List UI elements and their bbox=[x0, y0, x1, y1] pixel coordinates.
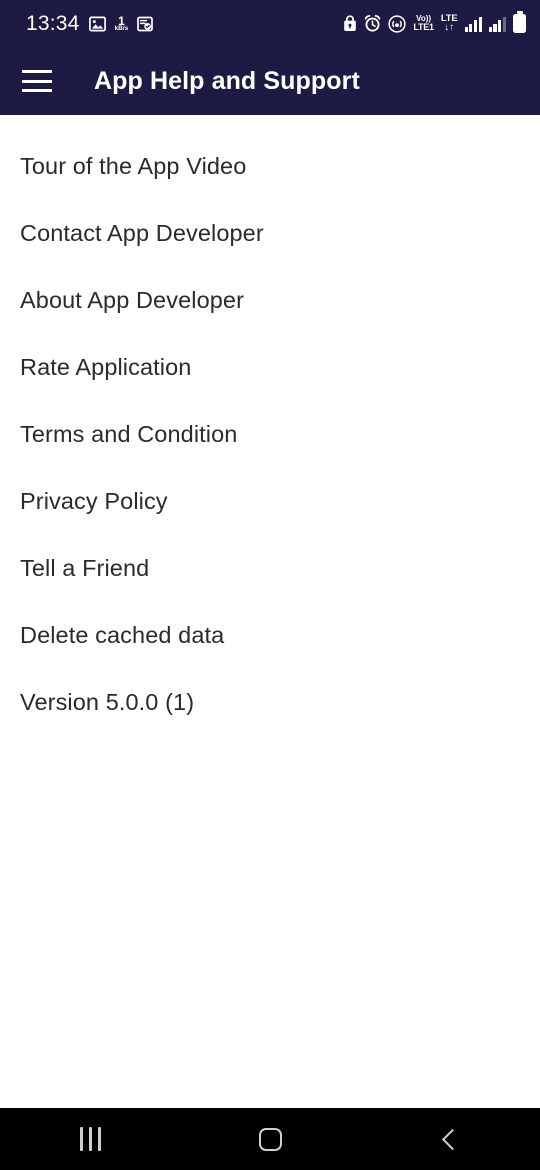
network-speed-indicator: 1 kB/s bbox=[114, 13, 129, 32]
signal-bars-sim1 bbox=[464, 16, 482, 32]
list-item-label: Privacy Policy bbox=[20, 488, 168, 514]
list-item-label: Delete cached data bbox=[20, 622, 225, 648]
list-item-label: About App Developer bbox=[20, 287, 245, 313]
volte-badge: Vo)) LTE1 bbox=[413, 13, 434, 32]
menu-item-privacy-policy[interactable]: Privacy Policy bbox=[0, 468, 540, 535]
chevron-left-icon bbox=[441, 1128, 464, 1150]
menu-item-contact-app-developer[interactable]: Contact App Developer bbox=[0, 200, 540, 267]
home-icon bbox=[258, 1127, 282, 1151]
menu-item-tell-a-friend[interactable]: Tell a Friend bbox=[0, 535, 540, 602]
list-item-label: Contact App Developer bbox=[20, 220, 264, 246]
home-button[interactable] bbox=[210, 1108, 330, 1170]
photo-icon bbox=[88, 16, 106, 32]
lock-icon bbox=[343, 15, 357, 32]
system-navigation-bar bbox=[0, 1108, 540, 1170]
battery-icon bbox=[513, 14, 526, 33]
menu-list: Tour of the App Video Contact App Develo… bbox=[0, 115, 540, 1108]
recents-button[interactable] bbox=[30, 1108, 150, 1170]
menu-item-rate-application[interactable]: Rate Application bbox=[0, 334, 540, 401]
signal-bars-sim2 bbox=[488, 16, 506, 32]
status-clock: 13:34 bbox=[26, 12, 80, 35]
list-item-label: Tell a Friend bbox=[20, 555, 150, 581]
list-item-label: Version 5.0.0 (1) bbox=[20, 689, 195, 715]
status-bar-right: Vo)) LTE1 LTE ↓↑ bbox=[343, 12, 526, 33]
document-check-icon bbox=[137, 16, 154, 32]
lte-data-badge: LTE ↓↑ bbox=[440, 12, 458, 33]
back-button[interactable] bbox=[390, 1108, 510, 1170]
app-bar: App Help and Support bbox=[0, 47, 540, 115]
list-item-label: Rate Application bbox=[20, 354, 192, 380]
menu-item-about-app-developer[interactable]: About App Developer bbox=[0, 267, 540, 334]
phone-screen: 13:34 1 kB/s Vo)) LTE1 LTE ↓↑ App Help a… bbox=[0, 0, 540, 1170]
menu-item-tour-of-the-app-video[interactable]: Tour of the App Video bbox=[0, 133, 540, 200]
status-bar-left: 13:34 1 kB/s bbox=[26, 12, 154, 35]
list-item-label: Tour of the App Video bbox=[20, 153, 247, 179]
menu-item-delete-cached-data[interactable]: Delete cached data bbox=[0, 602, 540, 669]
app-version-label: Version 5.0.0 (1) bbox=[0, 669, 540, 736]
page-title: App Help and Support bbox=[94, 66, 360, 95]
hamburger-menu-icon[interactable] bbox=[22, 70, 52, 92]
status-bar: 13:34 1 kB/s Vo)) LTE1 LTE ↓↑ bbox=[0, 0, 540, 47]
hotspot-icon bbox=[388, 14, 406, 33]
recents-icon bbox=[79, 1127, 101, 1151]
alarm-clock-icon bbox=[364, 15, 381, 32]
list-item-label: Terms and Condition bbox=[20, 421, 238, 447]
menu-item-terms-and-condition[interactable]: Terms and Condition bbox=[0, 401, 540, 468]
